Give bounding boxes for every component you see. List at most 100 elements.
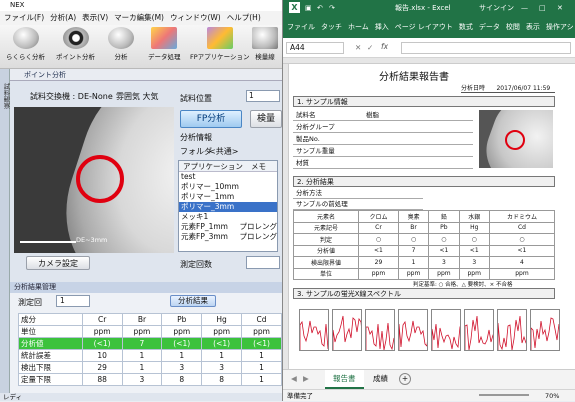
table-cell: Cd [241,313,282,326]
table-cell: ○ [428,233,460,246]
enter-icon[interactable]: ✓ [367,43,373,52]
list-item[interactable]: ポリマー_1mm [179,192,277,202]
results-button[interactable]: 分析結果 [170,295,216,307]
table-cell: ppm [161,325,203,338]
list-item[interactable]: ポリマー_10mm [179,182,277,192]
list-item[interactable]: ポリマー_3mm [179,202,277,212]
table-cell: ppm [201,325,243,338]
menu-marker-edit[interactable]: マーカ編集(M) [114,11,164,25]
tab-tell-me[interactable]: 操作アシ [546,16,574,38]
fp-analysis-button[interactable]: FP分析 [180,110,242,128]
formula-input[interactable] [401,42,571,54]
tab-next-icon[interactable]: ▶ [303,374,309,383]
worksheet[interactable]: 分析結果報告書 分析日時 2017/06/07 11:59 1. サンプル情報 … [283,58,575,369]
table-cell: 3 [161,361,203,374]
list-item-name: 元素FP_3mm [181,232,228,241]
info-row: 製品No. [293,134,473,145]
table-cell: 1 [241,349,282,362]
table-row: 定量下限 88 3 8 8 1 [18,373,282,386]
save-icon[interactable]: ▣ [305,0,312,16]
folder-select[interactable]: <共通> [209,146,238,157]
spectrum-plot [530,309,560,351]
list-header: アプリケーション メモ [179,161,277,172]
table-cell: (<1) [161,337,203,350]
measure-select[interactable]: 1 [56,295,90,307]
sheet-tab-report[interactable]: 報告書 [325,370,364,389]
analysis-spot-marker [76,155,124,203]
redo-icon[interactable]: ↷ [329,0,335,16]
application-list[interactable]: アプリケーション メモ test ポリマー_10mm ポリマー_1mm ポリマー_3m… [178,160,278,252]
analysis-info-label: 分析情報 [180,133,212,142]
tab-touch[interactable]: タッチ [321,16,342,38]
row-header [283,64,289,369]
nex-menu-bar: ファイル(F) 分析(A) 表示(V) マーカ編集(M) ウィンドウ(W) ヘル… [0,11,282,25]
camera-view[interactable]: DE~3mm [14,107,174,253]
list-item[interactable]: 元素FP_3mm プロレング [179,232,277,242]
tab-review[interactable]: 校閲 [506,16,520,38]
measure-count-input[interactable] [246,256,280,269]
table-cell: <1 [358,244,399,257]
toolbar-analysis[interactable]: 分析 [108,27,134,61]
table-cell: 判定 [292,233,360,246]
analysis-icon [108,27,134,49]
date-label: 分析日時 [461,85,486,92]
status-text: レディ [3,393,23,401]
toolbar-calibration[interactable]: 検量線 [252,27,278,61]
toolbar-fp-application[interactable]: FPアプリケーション [190,27,250,61]
toolbar-point-analysis[interactable]: ポイント分析 [56,27,95,61]
spectrum-plot [398,309,428,351]
minimize-icon[interactable]: — [521,0,528,16]
tab-data[interactable]: データ [479,16,500,38]
name-box[interactable]: A44 [286,42,344,54]
table-cell: Cr [81,313,123,326]
table-cell: 3 [201,361,243,374]
tab-home[interactable]: ホーム [348,16,369,38]
zoom-slider[interactable] [479,394,529,396]
table-cell: 8 [161,373,203,386]
add-sheet-icon[interactable]: + [399,373,411,385]
toolbar-data-processing[interactable]: データ処理 [148,27,181,61]
sheet-tab-results[interactable]: 成績 [367,370,394,389]
tab-prev-icon[interactable]: ◀ [291,374,297,383]
table-cell: 4 [488,256,556,269]
table-cell: 29 [81,361,123,374]
fx-label[interactable]: fx [381,42,388,51]
pretreat-label: サンプルの前処理 [293,199,423,210]
calibration-button[interactable]: 検量 [250,110,282,128]
signin-link[interactable]: サインイン [479,0,514,16]
menu-window[interactable]: ウィンドウ(W) [170,11,221,25]
folder-label: フォルダ [180,147,212,156]
tab-formulas[interactable]: 数式 [459,16,473,38]
table-cell: Hg [201,313,243,326]
table-cell: 8 [201,373,243,386]
tab-file[interactable]: ファイル [287,16,315,38]
table-cell: Br [121,313,163,326]
tab-insert[interactable]: 挿入 [375,16,389,38]
undo-icon[interactable]: ↶ [317,0,323,16]
list-item[interactable]: 元素FP_1mm プロレング [179,222,277,232]
sidebar-sample-observation[interactable]: 試料観察 [1,83,11,109]
menu-help[interactable]: ヘルプ(H) [227,11,261,25]
sample-position-select[interactable]: 1 [246,90,280,102]
tab-view[interactable]: 表示 [526,16,540,38]
table-cell: ○ [397,233,430,246]
toolbar-easy-analysis[interactable]: らくらく分析 [6,27,45,61]
sidebar: 試料観察 [0,69,10,393]
app-title: NEX [10,1,25,9]
maximize-icon[interactable]: □ [539,0,546,16]
camera-settings-button[interactable]: カメラ設定 [26,256,90,270]
menu-file[interactable]: ファイル(F) [4,11,44,25]
tab-page-layout[interactable]: ページ レイアウト [395,16,453,38]
table-cell: <1 [458,244,490,257]
menu-analysis[interactable]: 分析(A) [50,11,76,25]
list-item[interactable]: test [179,172,277,182]
cancel-icon[interactable]: ✕ [355,43,361,52]
list-item[interactable]: メッキ1 [179,212,277,222]
table-cell: 鉛 [428,210,460,223]
table-cell: Br [397,221,430,234]
list-header-memo: メモ [251,162,266,171]
menu-view[interactable]: 表示(V) [82,11,108,25]
close-icon[interactable]: ✕ [557,0,563,16]
report-title: 分析結果報告書 [379,72,449,83]
spectrum-line [300,320,328,350]
